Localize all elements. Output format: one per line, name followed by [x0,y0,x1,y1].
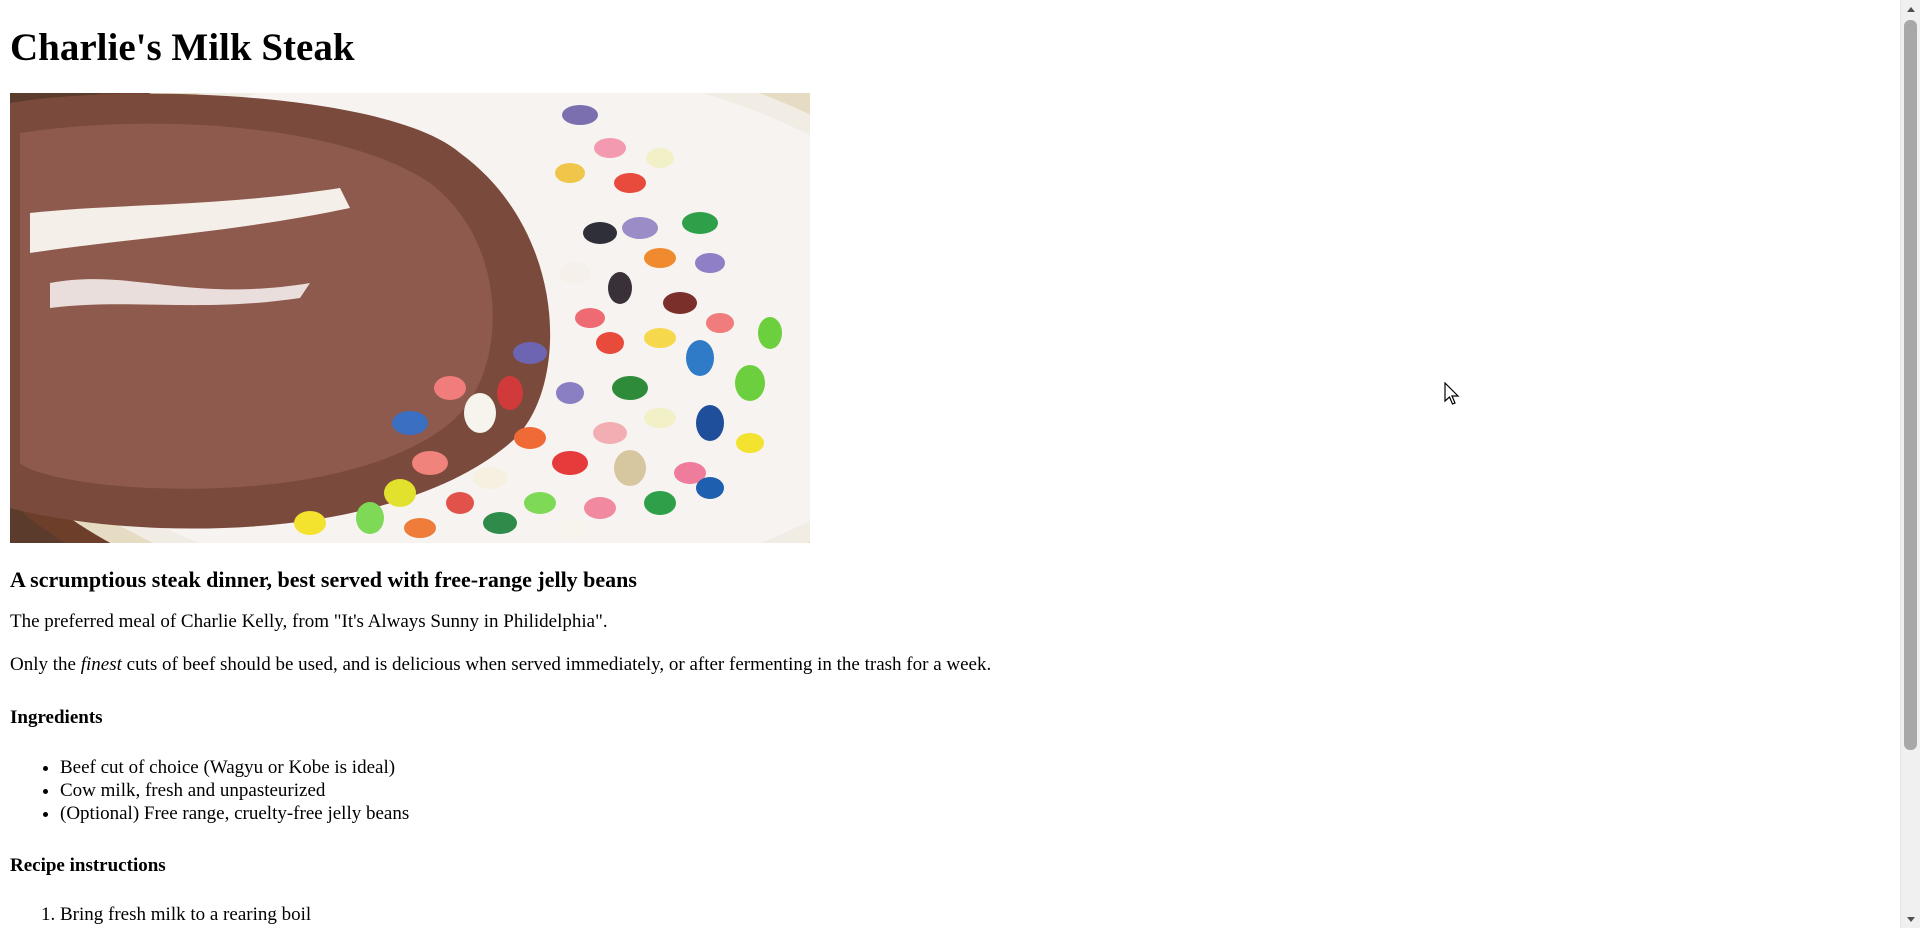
description-emphasis: finest [80,654,122,676]
ingredients-heading: Ingredients [10,706,103,728]
intro-paragraph: The preferred meal of Charlie Kelly, fro… [10,611,608,633]
ingredient-item: Cow milk, fresh and unpasteurized [60,779,1890,802]
browser-viewport: Charlie's Milk Steak A scrumptious steak… [0,0,1920,928]
description-paragraph: Only the finest cuts of beef should be u… [10,654,1890,677]
chevron-up-icon [1907,6,1915,12]
chevron-down-icon [1907,916,1915,922]
mouse-pointer-icon [1444,382,1460,405]
instructions-heading: Recipe instructions [10,854,166,876]
scroll-up-button[interactable] [1901,0,1920,17]
ingredients-list: Beef cut of choice (Wagyu or Kobe is ide… [10,756,1890,825]
description-text-end: cuts of beef should be used, and is deli… [121,654,992,676]
page-title: Charlie's Milk Steak [10,26,355,69]
description-text-start: Only the [10,654,81,676]
scroll-down-button[interactable] [1901,911,1920,928]
instruction-step: Bring fresh milk to a rearing boil [60,903,1890,926]
scrollbar-thumb[interactable] [1904,20,1917,750]
vertical-scrollbar[interactable] [1900,0,1920,928]
ingredient-item: Beef cut of choice (Wagyu or Kobe is ide… [60,756,1890,779]
recipe-subtitle: A scrumptious steak dinner, best served … [10,566,637,592]
instructions-list: Bring fresh milk to a rearing boil [10,903,1890,926]
milk-steak-image [10,92,810,543]
page-content: Charlie's Milk Steak A scrumptious steak… [0,0,1900,928]
ingredient-item: (Optional) Free range, cruelty-free jell… [60,802,1890,825]
